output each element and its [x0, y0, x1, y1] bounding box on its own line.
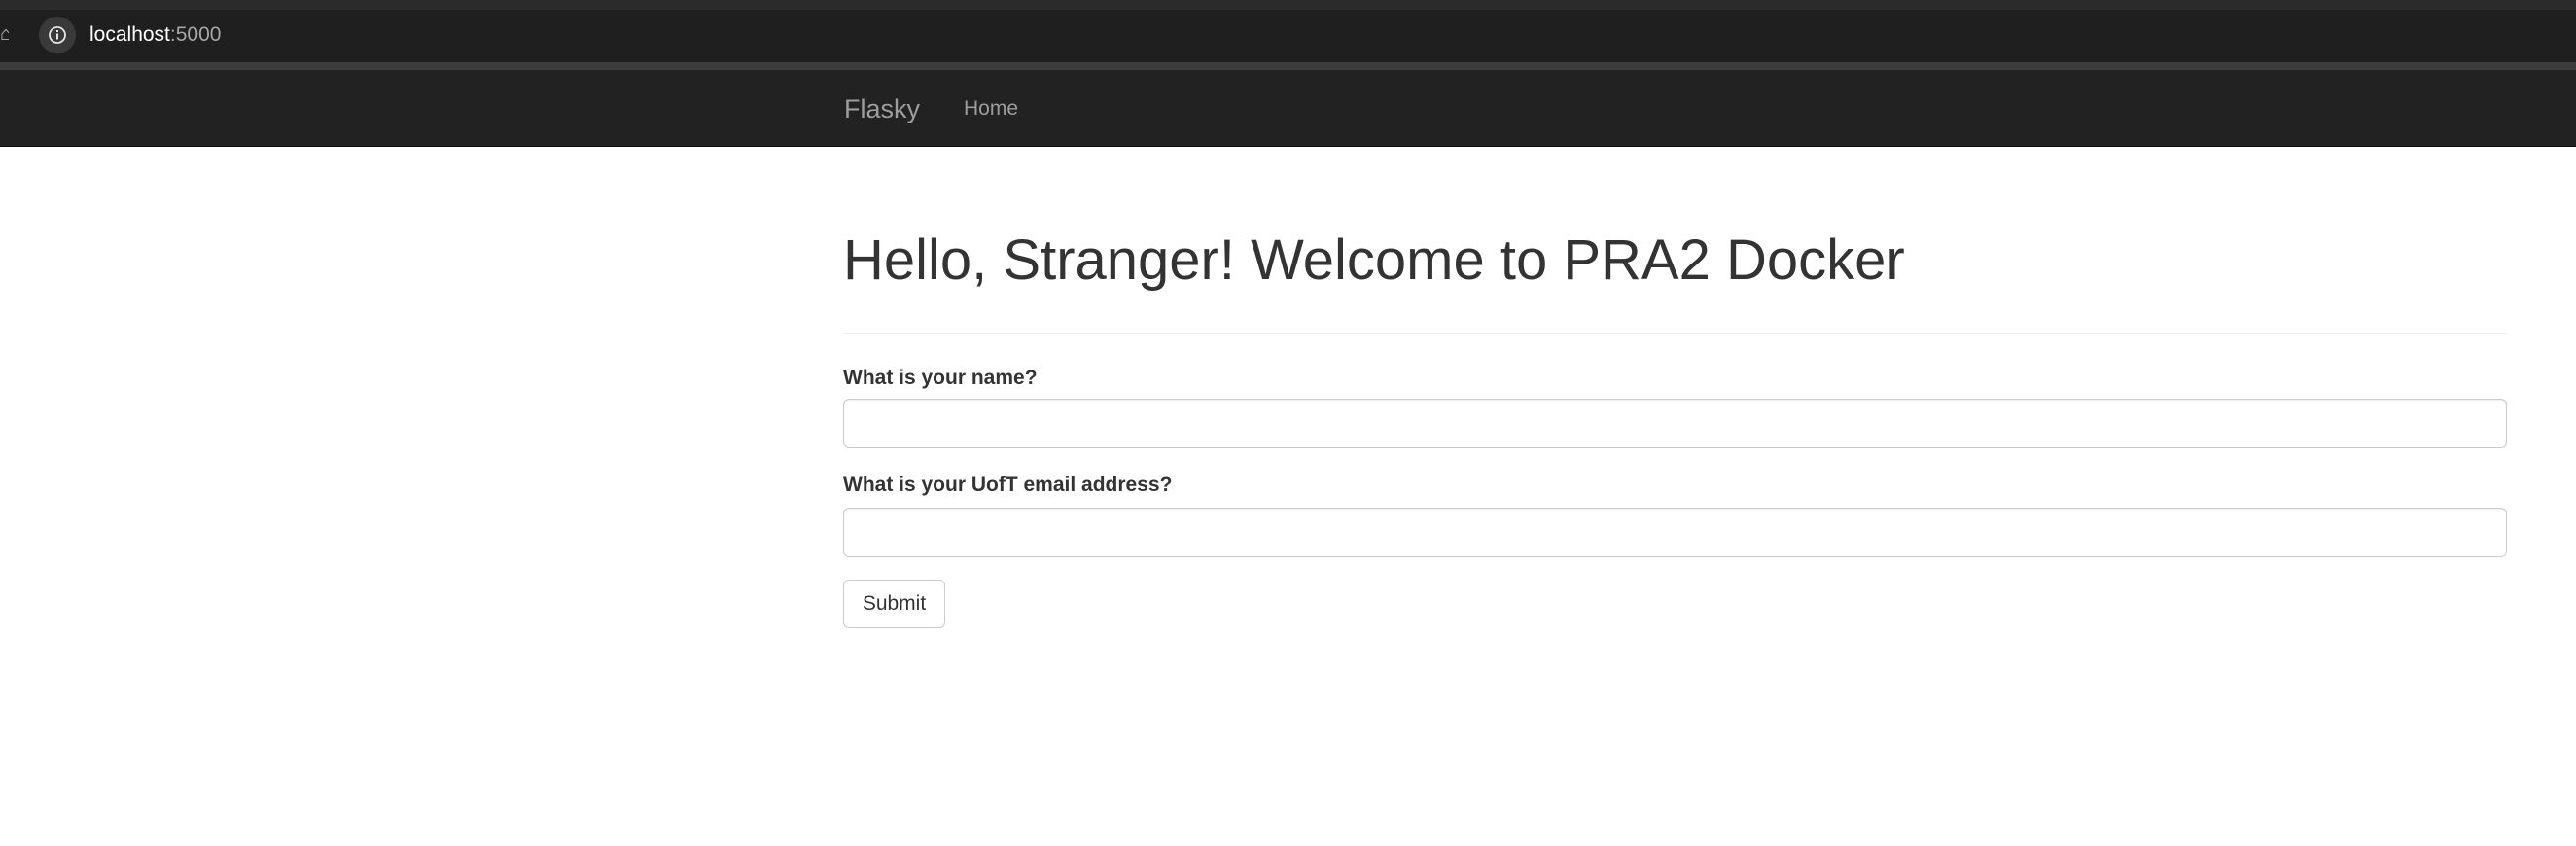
navbar-brand[interactable]: Flasky — [844, 91, 920, 126]
browser-toolbar-edge — [0, 62, 2576, 70]
name-label: What is your name? — [843, 367, 1038, 389]
submit-button[interactable]: Submit — [843, 580, 945, 628]
email-label: What is your UofT email address? — [843, 474, 1173, 496]
name-input[interactable] — [843, 399, 2507, 448]
url-text[interactable]: localhost:5000 — [89, 21, 221, 49]
url-port: :5000 — [169, 23, 222, 46]
home-icon[interactable]: ⌂ — [0, 23, 9, 45]
navbar — [0, 70, 2576, 147]
browser-chrome-top — [0, 0, 2576, 10]
nav-link-home[interactable]: Home — [964, 95, 1018, 123]
info-icon[interactable] — [39, 17, 76, 53]
url-host: localhost — [89, 23, 170, 46]
page-title: Hello, Stranger! Welcome to PRA2 Docker — [843, 229, 1905, 292]
email-input[interactable] — [843, 508, 2507, 557]
title-divider — [843, 333, 2507, 334]
url-field[interactable] — [35, 14, 2576, 56]
